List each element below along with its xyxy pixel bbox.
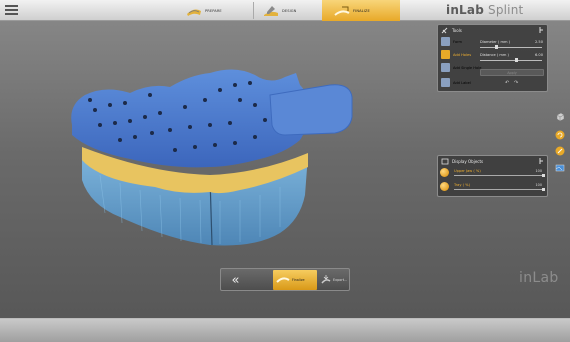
tool-add-label[interactable]: Add Label xyxy=(441,78,471,87)
tool-form-label: Form xyxy=(453,39,463,44)
app-title-light: Splint xyxy=(484,3,524,17)
export-button-label: Export... xyxy=(333,278,348,282)
step-design[interactable]: DESIGN xyxy=(253,1,323,20)
finalize-button[interactable]: Finalize xyxy=(273,270,317,290)
display-object-upper-jaw[interactable]: Upper Jaw ( %) 100 xyxy=(440,168,545,178)
redo-icon[interactable]: ↷ xyxy=(514,80,518,86)
design-icon xyxy=(264,5,278,16)
tools-panel-title: Tools xyxy=(452,27,462,33)
tray-slider[interactable] xyxy=(454,189,542,190)
upper-jaw-visibility-toggle[interactable] xyxy=(542,174,545,177)
tool-form[interactable]: Form xyxy=(441,37,462,46)
bottom-navigation: « Finalize Export... xyxy=(220,268,350,291)
diameter-slider-track[interactable] xyxy=(480,47,542,48)
distance-slider-track[interactable] xyxy=(480,60,542,61)
export-button[interactable]: Export... xyxy=(319,270,349,290)
finalize-icon xyxy=(334,6,350,16)
pin-icon[interactable] xyxy=(539,158,544,164)
tool-view-icon[interactable] xyxy=(555,146,565,156)
prepare-icon xyxy=(187,9,201,16)
display-object-tray[interactable]: Tray ( %) 100 xyxy=(440,182,545,192)
tool-add-holes-label: Add Holes xyxy=(453,52,472,57)
screenshot-icon[interactable] xyxy=(555,163,565,173)
step-finalize[interactable]: FINALIZE xyxy=(322,0,400,21)
diameter-value: 2.50 xyxy=(535,40,544,44)
top-bar: PREPARE DESIGN FINALIZE inLab Splint xyxy=(0,0,570,21)
step-label-finalize: FINALIZE xyxy=(353,8,370,13)
tray-visibility-toggle[interactable] xyxy=(542,188,545,191)
display-objects-icon xyxy=(441,158,449,165)
splint-model-viewport[interactable] xyxy=(60,55,360,255)
add-single-hole-icon xyxy=(441,63,450,72)
upper-jaw-value: 100 xyxy=(535,169,542,173)
undo-icon[interactable]: ↶ xyxy=(505,80,509,86)
app-title: inLab Splint xyxy=(446,3,523,17)
apply-button[interactable]: Apply xyxy=(480,69,544,76)
distance-slider-thumb[interactable] xyxy=(515,58,518,62)
form-icon xyxy=(441,37,450,46)
diameter-label: Diameter ( mm ) xyxy=(480,40,511,44)
bottom-strip xyxy=(0,318,570,342)
tray-icon xyxy=(440,182,449,191)
menu-icon[interactable] xyxy=(5,5,18,16)
view-cube-icon[interactable] xyxy=(555,112,565,122)
step-prepare[interactable]: PREPARE xyxy=(176,1,254,20)
app-title-bold: inLab xyxy=(446,3,484,17)
apply-button-label: Apply xyxy=(507,70,517,75)
rotate-view-icon[interactable] xyxy=(555,130,565,140)
upper-jaw-slider[interactable] xyxy=(454,175,542,176)
display-objects-header: Display Objects xyxy=(438,156,547,166)
tool-add-label-label: Add Label xyxy=(453,80,471,85)
finalize-button-label: Finalize xyxy=(292,278,305,282)
add-holes-icon xyxy=(441,50,450,59)
diameter-slider-thumb[interactable] xyxy=(495,45,498,49)
distance-label: Distance ( mm ) xyxy=(480,53,509,57)
display-objects-title: Display Objects xyxy=(452,158,484,164)
tray-label: Tray ( %) xyxy=(454,183,470,187)
step-label-prepare: PREPARE xyxy=(205,8,222,13)
tools-panel-header: Tools xyxy=(438,25,547,35)
tool-add-single-hole[interactable]: Add Single Hole xyxy=(441,63,483,72)
distance-value: 6.00 xyxy=(535,53,544,57)
upper-jaw-label: Upper Jaw ( %) xyxy=(454,169,481,173)
export-icon xyxy=(321,275,331,284)
tray-value: 100 xyxy=(535,183,542,187)
pin-icon[interactable] xyxy=(539,27,544,33)
add-label-icon xyxy=(441,78,450,87)
inlab-watermark: inLab xyxy=(519,270,559,286)
tool-add-holes[interactable]: Add Holes xyxy=(441,50,471,59)
tools-icon xyxy=(441,27,448,34)
finalize-icon xyxy=(276,277,290,283)
upper-jaw-icon xyxy=(440,168,449,177)
back-button[interactable]: « xyxy=(223,271,245,289)
tool-add-single-hole-label: Add Single Hole xyxy=(453,65,482,70)
step-label-design: DESIGN xyxy=(282,8,297,13)
